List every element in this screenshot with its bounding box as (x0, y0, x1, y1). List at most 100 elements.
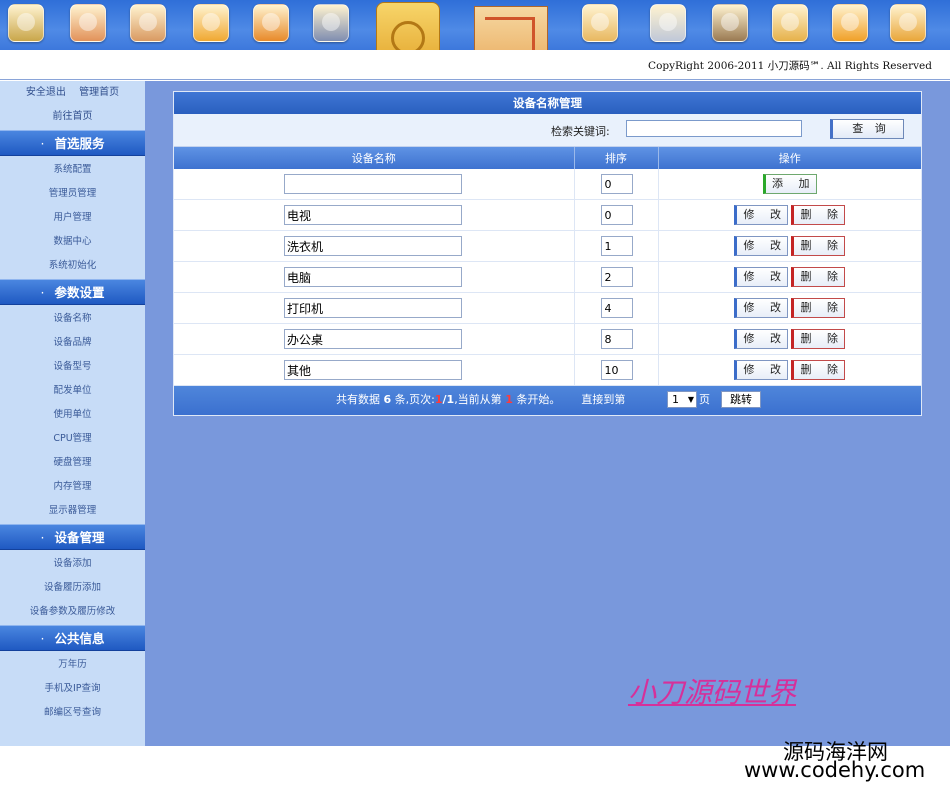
sidebar-item[interactable]: 设备品牌 (0, 331, 145, 355)
users-icon[interactable] (130, 4, 166, 42)
sidebar-section-header[interactable]: · 设备管理 (0, 524, 145, 550)
sidebar-item[interactable]: 管理员管理 (0, 182, 145, 206)
network-card-icon[interactable] (313, 4, 349, 42)
column-header-name: 设备名称 (174, 147, 575, 169)
device-name-input[interactable] (284, 329, 462, 349)
sort-order-input[interactable] (600, 360, 633, 380)
sidebar-item[interactable]: 设备履历添加 (0, 576, 145, 600)
pagination-prefix: 共有数据 (336, 393, 384, 406)
admin-home-link[interactable]: 管理首页 (79, 87, 119, 98)
pagination-info: 共有数据 6 条,页次:1/1,当前从第 1 条开始。 直接到第 (336, 386, 625, 414)
edit-button[interactable]: 修 改 (734, 329, 789, 349)
delete-button[interactable]: 删 除 (791, 267, 846, 287)
edit-button[interactable]: 修 改 (734, 298, 789, 318)
sort-order-input[interactable] (600, 205, 633, 225)
sidebar-section-title: 首选服务 (54, 136, 105, 151)
copyright-text: CopyRight 2006-2011 小刀源码℠. All Rights Re… (648, 60, 932, 72)
edit-button[interactable]: 修 改 (734, 236, 789, 256)
sidebar-item[interactable]: 系统配置 (0, 158, 145, 182)
brand-text[interactable]: 小刀源码世界 (628, 671, 796, 711)
sort-order-input[interactable] (600, 267, 633, 287)
table-row: 修 改删 除 (174, 230, 921, 262)
new-sort-input[interactable] (600, 174, 633, 194)
sidebar-item[interactable]: 系统初始化 (0, 254, 145, 278)
page-unit-label: 页 (699, 393, 710, 406)
bullet-icon: · (40, 631, 45, 646)
sidebar-top-links: 安全退出 管理首页 (0, 81, 145, 105)
sidebar-section-header[interactable]: · 首选服务 (0, 130, 145, 156)
total-count: 6 (383, 393, 392, 406)
sidebar-item[interactable]: 内存管理 (0, 475, 145, 499)
user-icon[interactable] (70, 4, 106, 42)
sidebar-item[interactable]: 设备参数及履历修改 (0, 600, 145, 624)
clapperboard-icon[interactable] (712, 4, 748, 42)
delete-button[interactable]: 删 除 (791, 329, 846, 349)
sidebar-item[interactable]: 数据中心 (0, 230, 145, 254)
device-name-input[interactable] (284, 298, 462, 318)
device-name-input[interactable] (284, 205, 462, 225)
edit-button[interactable]: 修 改 (734, 205, 789, 225)
search-input[interactable] (626, 120, 802, 137)
sidebar-item[interactable]: 显示器管理 (0, 499, 145, 523)
device-name-input[interactable] (284, 360, 462, 380)
delete-button[interactable]: 删 除 (791, 205, 846, 225)
pagination-bar: 共有数据 6 条,页次:1/1,当前从第 1 条开始。 直接到第 1 页 跳转 (174, 386, 921, 415)
sidebar-item[interactable]: 邮编区号查询 (0, 701, 145, 725)
new-row: 添 加 (174, 169, 921, 200)
delete-button[interactable]: 删 除 (791, 360, 846, 380)
sidebar-item[interactable]: 设备名称 (0, 307, 145, 331)
sidebar-item[interactable]: 万年历 (0, 653, 145, 677)
cube-icon[interactable] (772, 4, 808, 42)
device-name-input[interactable] (284, 236, 462, 256)
pagination-text-3: 条开始。 (512, 393, 561, 406)
jump-button[interactable]: 跳转 (721, 391, 761, 408)
tools-icon[interactable] (8, 4, 44, 42)
sidebar-item[interactable]: 设备型号 (0, 355, 145, 379)
sidebar-item[interactable]: CPU管理 (0, 427, 145, 451)
copyright-bar: CopyRight 2006-2011 小刀源码℠. All Rights Re… (0, 50, 950, 80)
main-content: 设备名称管理 检索关键词: 查 询 设备名称 排序 操作 添 加 修 改删 除修 (145, 81, 950, 746)
sort-order-input[interactable] (600, 329, 633, 349)
sidebar-section-title: 参数设置 (54, 285, 105, 300)
gear-icon[interactable] (650, 4, 686, 42)
add-button[interactable]: 添 加 (762, 174, 817, 194)
sidebar-item[interactable]: 用户管理 (0, 206, 145, 230)
new-name-input[interactable] (284, 174, 462, 194)
watermark-line-2: www.codehy.com (744, 758, 926, 782)
table-header-row: 设备名称 排序 操作 (174, 147, 921, 169)
home-link[interactable]: 前往首页 (0, 105, 145, 129)
pagination-text-1: 条,页次: (391, 393, 435, 406)
search-button[interactable]: 查 询 (830, 119, 904, 139)
search-row: 检索关键词: 查 询 (174, 114, 921, 147)
sidebar-section-title: 设备管理 (54, 530, 105, 545)
table-row: 修 改删 除 (174, 199, 921, 231)
link-icon[interactable] (890, 4, 926, 42)
edit-button[interactable]: 修 改 (734, 267, 789, 287)
table-row: 修 改删 除 (174, 323, 921, 355)
sidebar-item[interactable]: 设备添加 (0, 552, 145, 576)
sort-order-input[interactable] (600, 236, 633, 256)
bullet-icon: · (40, 136, 45, 151)
edit-button[interactable]: 修 改 (734, 360, 789, 380)
column-header-sort: 排序 (574, 147, 659, 169)
delete-button[interactable]: 删 除 (791, 298, 846, 318)
sort-order-input[interactable] (600, 298, 633, 318)
total-pages: /1 (442, 393, 455, 406)
bullet-icon: · (40, 285, 45, 300)
logout-link[interactable]: 安全退出 (26, 87, 66, 98)
sidebar-item[interactable]: 使用单位 (0, 403, 145, 427)
table-row: 修 改删 除 (174, 261, 921, 293)
calendar-icon[interactable] (832, 4, 868, 42)
sidebar-section-header[interactable]: · 公共信息 (0, 625, 145, 651)
sidebar-item[interactable]: 配发单位 (0, 379, 145, 403)
device-table: 设备名称 排序 操作 添 加 修 改删 除修 改删 除修 改删 除修 改删 除修… (174, 147, 921, 386)
device-name-input[interactable] (284, 267, 462, 287)
delete-button[interactable]: 删 除 (791, 236, 846, 256)
sidebar-item[interactable]: 硬盘管理 (0, 451, 145, 475)
briefcase-icon[interactable] (253, 4, 289, 42)
sidebar-item[interactable]: 手机及IP查询 (0, 677, 145, 701)
cpu-chip-icon[interactable] (582, 4, 618, 42)
ai-file-icon[interactable] (193, 4, 229, 42)
page-select[interactable]: 1 (667, 391, 697, 408)
sidebar-section-header[interactable]: · 参数设置 (0, 279, 145, 305)
